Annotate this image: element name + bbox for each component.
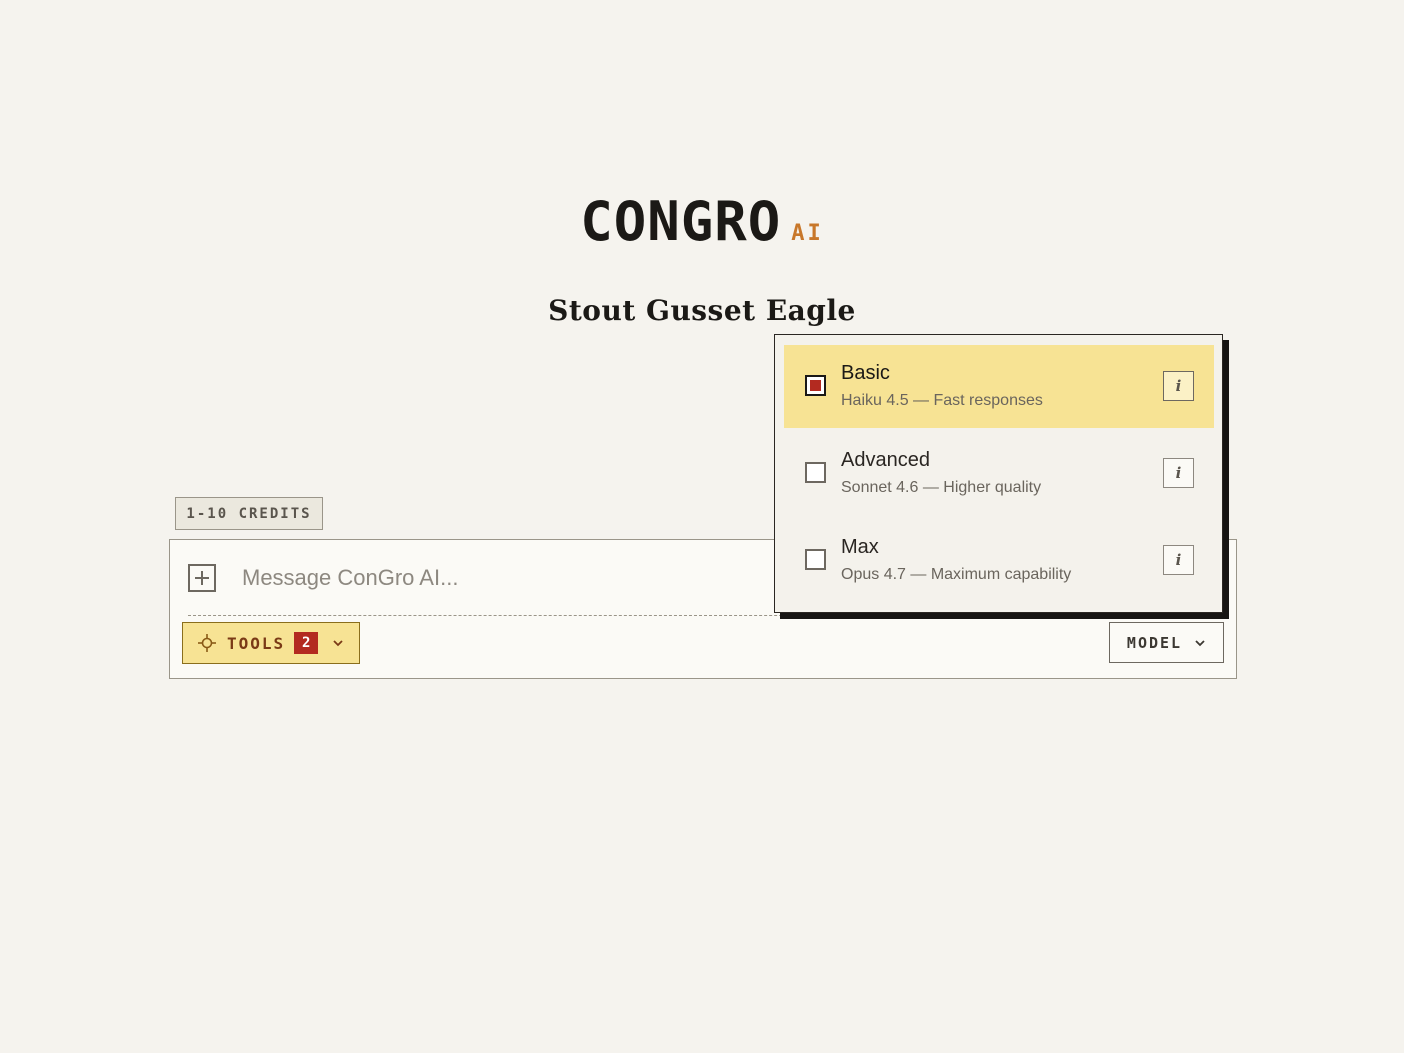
model-button[interactable]: MODEL [1109, 622, 1224, 663]
checkbox-checked-mark [810, 380, 821, 391]
brand-logo: CONGRO AI [0, 190, 1404, 253]
model-option-checkbox[interactable] [805, 375, 826, 396]
model-option-description: Sonnet 4.6 — Higher quality [841, 479, 1042, 496]
model-menu: Basic Haiku 4.5 — Fast responses i Advan… [774, 334, 1223, 613]
model-option-checkbox[interactable] [805, 549, 826, 570]
model-option-description: Haiku 4.5 — Fast responses [841, 392, 1043, 409]
brand-name: CONGRO [580, 190, 782, 253]
model-option-checkbox[interactable] [805, 462, 826, 483]
tools-label: TOOLS [227, 633, 286, 653]
session-title: Stout Gusset Eagle [548, 294, 856, 327]
brand-suffix: AI [791, 221, 824, 246]
chevron-down-icon [332, 639, 344, 647]
info-icon[interactable]: i [1163, 458, 1194, 488]
model-option-max[interactable]: Max Opus 4.7 — Maximum capability i [784, 519, 1214, 602]
model-label: MODEL [1126, 633, 1183, 652]
model-option-basic[interactable]: Basic Haiku 4.5 — Fast responses i [784, 345, 1214, 428]
credits-badge: 1-10 CREDITS [175, 497, 323, 530]
chevron-down-icon [1194, 639, 1206, 647]
model-option-description: Opus 4.7 — Maximum capability [841, 566, 1072, 583]
crosshair-icon [198, 634, 216, 652]
tools-button[interactable]: TOOLS 2 [182, 622, 360, 664]
model-option-advanced[interactable]: Advanced Sonnet 4.6 — Higher quality i [784, 432, 1214, 515]
app-root: CONGRO AI Stout Gusset Eagle 1-10 CREDITS… [0, 0, 1404, 1053]
message-input[interactable] [242, 558, 762, 598]
model-option-title: Basic [841, 362, 890, 384]
attach-button[interactable] [188, 564, 216, 592]
tools-count-badge: 2 [294, 632, 319, 654]
model-option-title: Advanced [841, 449, 930, 471]
plus-square-icon [195, 571, 209, 585]
model-option-title: Max [841, 536, 879, 558]
info-icon[interactable]: i [1163, 545, 1194, 575]
info-icon[interactable]: i [1163, 371, 1194, 401]
